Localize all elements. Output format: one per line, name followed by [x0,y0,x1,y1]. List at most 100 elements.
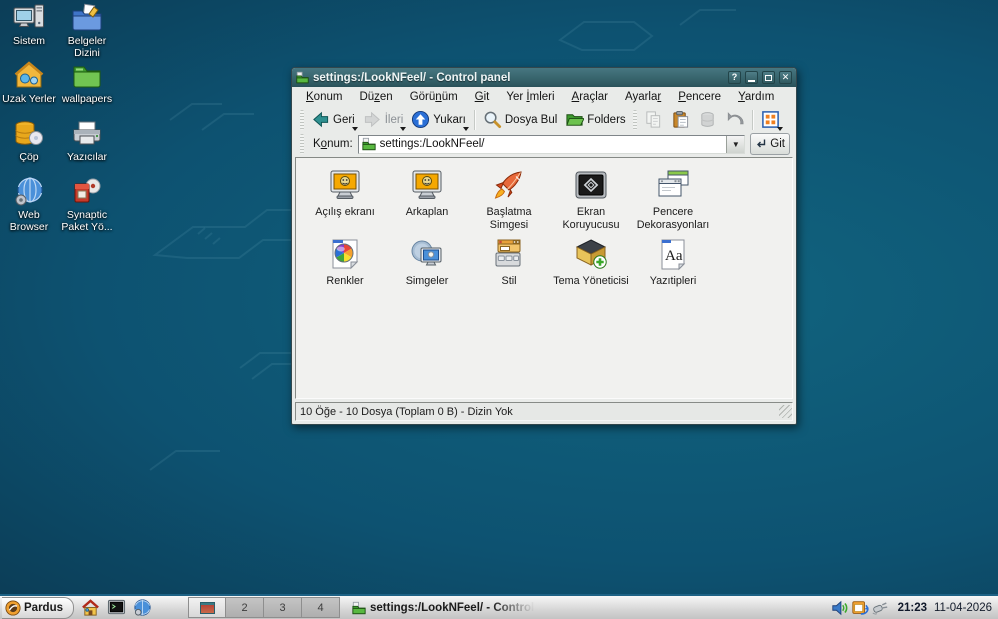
folder-item-fonts[interactable]: AaYazıtipleri [632,238,714,288]
pager-desktop-4[interactable]: 4 [302,597,340,618]
copy-icon [644,110,663,129]
desktop-icon-web-browser[interactable]: Web Browser [0,176,58,234]
open-folder-icon [565,110,584,129]
window-titlebar[interactable]: settings:/LookNFeel/ - Control panel ? ✕ [292,68,796,87]
desktop-icon-remote-places[interactable]: Uzak Yerler [0,60,58,118]
pager-desktop-1[interactable] [188,597,226,618]
folder-item-background[interactable]: Arkaplan [386,169,468,231]
folder-item-label: Başlatma Simgesi [468,206,550,231]
desktop-icon-wallpapers[interactable]: wallpapers [58,60,116,118]
menu-yer-imleri[interactable]: Yer İmleri [501,90,559,104]
dropdown-arrow-icon[interactable] [400,127,406,131]
undo-button[interactable] [721,108,748,131]
folder-item-launch-feedback[interactable]: Başlatma Simgesi [468,169,550,231]
task-label: settings:/LookNFeel/ - Control panel [370,602,538,614]
desktop-icon-synaptic[interactable]: Synaptic Paket Yö... [58,176,116,234]
menu-yardim[interactable]: Yardım [733,90,779,104]
monitor-orange-icon [327,169,363,203]
resize-grip[interactable] [779,405,792,418]
tray-klipper-icon[interactable] [851,599,869,617]
location-value[interactable]: settings:/LookNFeel/ [380,138,727,150]
desktop-icon-label: Uzak Yerler [2,93,56,105]
magnifier-icon [483,110,502,129]
delete-icon [698,110,717,129]
quicklaunch-home[interactable] [81,598,100,617]
maximize-button[interactable] [762,71,775,84]
menu-gorunum[interactable]: Görünüm [405,90,463,104]
minimize-button[interactable] [745,71,758,84]
menu-konum[interactable]: Konum [301,90,347,104]
menubar: Konum Düzen Görünüm Git Yer İmleri Araçlar Aya… [295,87,793,106]
folders-button[interactable]: Folders [561,108,629,131]
paste-button[interactable] [667,108,694,131]
desktop-icon-label: Belgeler Dizini [58,35,116,59]
quicklaunch-browser[interactable] [133,598,152,617]
tray-volume-icon[interactable] [831,599,849,617]
desktop-icon-trash[interactable]: Çöp [0,118,58,176]
folder-item-theme-manager[interactable]: Tema Yöneticisi [550,238,632,288]
find-file-button[interactable]: Dosya Bul [479,108,561,131]
folder-item-label: Stil [502,275,517,288]
desktop-icon-system[interactable]: Sistem [0,2,58,60]
desktop-icon-label: Yazıcılar [67,151,107,163]
folder-item-label: Arkaplan [406,206,449,219]
folder-item-style[interactable]: Stil [468,238,550,288]
theme-box-icon [573,238,609,272]
close-button[interactable]: ✕ [779,71,792,84]
toolbar-handle[interactable] [300,110,304,130]
desktop: Sistem Belgeler Dizini Uzak Yerler wallpape… [0,0,998,619]
desktop-icon-label: wallpapers [62,93,112,105]
dropdown-arrow-icon[interactable] [352,127,358,131]
menu-pencere[interactable]: Pencere [673,90,726,104]
pager-desktop-2[interactable]: 2 [226,597,264,618]
location-combobox[interactable]: settings:/LookNFeel/ ▼ [358,135,746,154]
clock[interactable]: 21:23 [898,602,927,614]
menu-araclar[interactable]: Araçlar [567,90,613,104]
toolbar-handle[interactable] [633,110,637,130]
statusbar: 10 Öğe - 10 Dosya (Toplam 0 B) - Dizin Y… [295,402,793,421]
menu-ayarlar[interactable]: Ayarlar [620,90,666,104]
desktop-icon-label: Synaptic Paket Yö... [58,209,116,233]
date[interactable]: 11-04-2026 [934,602,992,614]
desktop-icon-label: Sistem [13,35,45,47]
dropdown-arrow-icon[interactable] [777,127,783,131]
trash-can-icon [13,118,45,150]
pager-desktop-3[interactable]: 3 [264,597,302,618]
folder-item-colors[interactable]: Renkler [304,238,386,288]
folder-item-splash-screen[interactable]: Açılış ekranı [304,169,386,231]
desktop-icon-label: Çöp [19,151,38,163]
tray-plug-icon[interactable] [871,599,889,617]
globe-gear-icon [13,176,45,208]
folder-item-label: Renkler [326,275,363,288]
menu-duzen[interactable]: Düzen [354,90,397,104]
kmenu-button[interactable]: Pardus [2,597,74,619]
quicklaunch-terminal[interactable] [107,598,126,617]
dropdown-arrow-icon[interactable] [463,127,469,131]
desktop-pager: 234 [188,597,340,618]
icon-view-button[interactable] [757,108,784,131]
folder-view[interactable]: Açılış ekranı Arkaplan Başlatma SimgesiEkr… [295,157,793,399]
folder-location-icon [362,137,376,151]
menu-git[interactable]: Git [470,90,495,104]
delete-button[interactable] [694,108,721,131]
back-button[interactable]: Geri [307,108,359,131]
copy-button[interactable] [640,108,667,131]
folder-item-window-decorations[interactable]: Pencere Dekorasyonları [632,169,714,231]
status-text: 10 Öğe - 10 Dosya (Toplam 0 B) - Dizin Y… [300,406,513,418]
desktop-icon-documents-folder[interactable]: Belgeler Dizini [58,2,116,60]
desktop-icon-label: Web Browser [0,209,58,233]
help-button[interactable]: ? [728,71,741,84]
folder-item-icons[interactable]: Simgeler [386,238,468,288]
toolbar-handle[interactable] [300,134,304,154]
taskbar-task-entry[interactable]: settings:/LookNFeel/ - Control panel [348,597,542,618]
go-button[interactable]: Git [750,133,790,155]
enter-arrow-icon [755,138,767,150]
folder-item-screensaver[interactable]: Ekran Koruyucusu [550,169,632,231]
forward-button[interactable]: İleri [359,108,408,131]
desktop-icon-printers[interactable]: Yazıcılar [58,118,116,176]
location-dropdown-button[interactable]: ▼ [726,136,744,153]
taskbar: Pardus 234 settings:/LookNFeel/ - Contro… [0,594,998,619]
up-button[interactable]: Yukarı [407,108,470,131]
green-folder-icon [71,60,103,92]
pager-window-thumbnail [200,602,215,614]
